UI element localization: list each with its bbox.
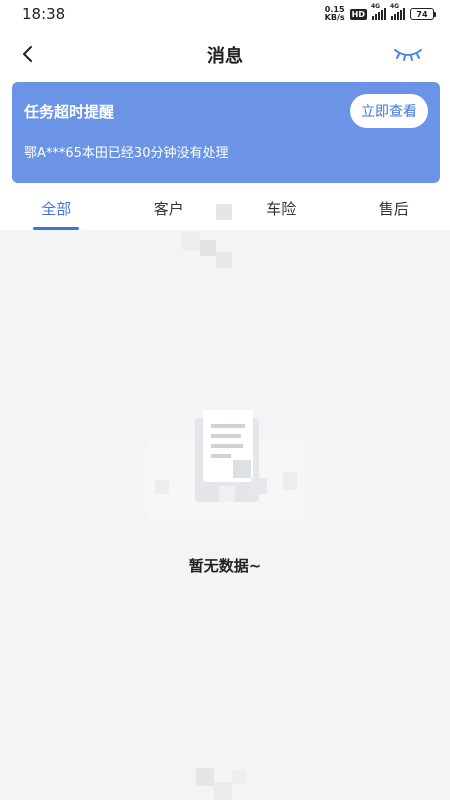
watermark-fragment — [182, 204, 232, 268]
alert-title: 任务超时提醒 — [24, 103, 115, 121]
alert-description: 鄂A***65本田已经30分钟没有处理 — [24, 146, 229, 161]
tab-all[interactable]: 全部 — [0, 188, 113, 230]
signal-icon: 4G — [371, 3, 386, 20]
status-time: 18:38 — [22, 5, 66, 23]
network-speed: 0.15 KB/s — [324, 5, 345, 22]
hd-icon: HD — [349, 8, 367, 20]
page-title: 消息 — [207, 46, 243, 67]
active-tab-indicator — [33, 227, 80, 230]
eye-closed-icon — [394, 49, 422, 61]
battery-icon: 74 — [410, 8, 436, 20]
timeout-alert-card[interactable]: 任务超时提醒 鄂A***65本田已经30分钟没有处理 立即查看 — [12, 82, 440, 183]
empty-state: 暂无数据~ — [0, 400, 450, 575]
status-bar: 18:38 0.15 KB/s HD 4G 4G 74 — [0, 0, 450, 28]
toggle-visibility-button[interactable] — [392, 42, 424, 66]
signal-icon-2: 4G — [390, 3, 405, 20]
tab-after-sales[interactable]: 售后 — [338, 188, 450, 230]
empty-state-text: 暂无数据~ — [188, 557, 262, 575]
status-indicators: 0.15 KB/s HD 4G 4G 74 — [324, 3, 436, 22]
view-now-button[interactable]: 立即查看 — [350, 94, 428, 128]
watermark-fragment-bottom — [196, 768, 246, 800]
nav-bar: 消息 — [0, 28, 450, 80]
empty-document-icon — [145, 410, 305, 520]
